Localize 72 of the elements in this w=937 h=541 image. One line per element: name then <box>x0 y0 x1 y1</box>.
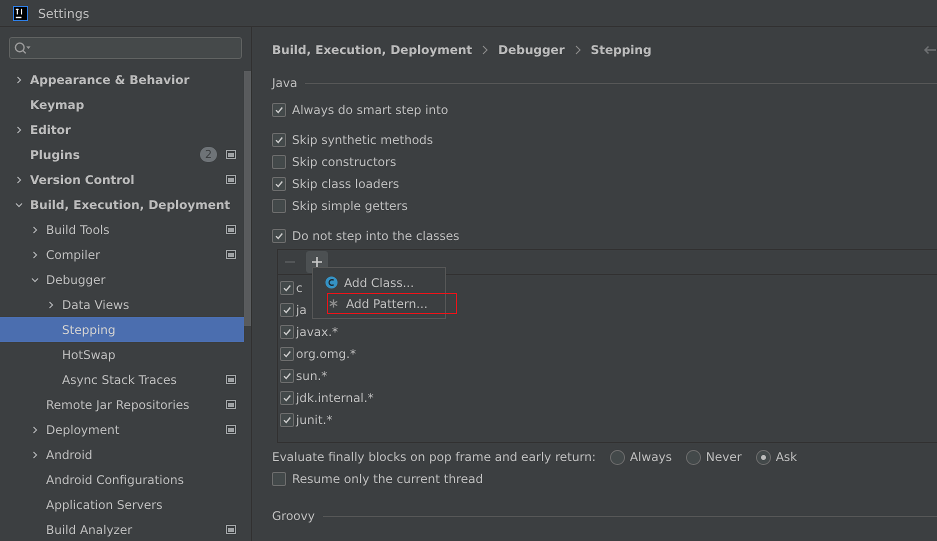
class-pattern-row[interactable]: junit.* <box>280 409 332 431</box>
checkbox-option[interactable]: Always do smart step into <box>272 99 448 121</box>
chevron-right-icon[interactable] <box>14 174 24 184</box>
tree-item[interactable]: Keymap <box>0 92 244 117</box>
checkmark-icon <box>282 305 292 315</box>
tree-item[interactable]: Build, Execution, Deployment <box>0 192 244 217</box>
chevron-right-icon[interactable] <box>14 124 24 134</box>
checkmark-icon <box>282 349 292 359</box>
search-icon <box>14 42 32 54</box>
radio-option[interactable]: Ask <box>756 450 798 464</box>
checkmark-icon <box>282 415 292 425</box>
breadcrumb-separator <box>574 45 581 55</box>
tree-item[interactable]: Build Analyzer <box>0 517 244 541</box>
tree-item[interactable]: Android Configurations <box>0 467 244 492</box>
checkmark-icon <box>282 327 292 337</box>
checkbox-option[interactable]: Skip constructors <box>272 151 396 173</box>
option-label: Evaluate finally blocks on pop frame and early return: <box>272 450 596 464</box>
app-logo-icon <box>13 6 28 20</box>
breadcrumb-item[interactable]: Build, Execution, Deployment <box>272 43 472 57</box>
checkmark-icon <box>282 393 292 403</box>
checkmark-icon <box>274 231 284 241</box>
scrollbar[interactable] <box>244 71 251 326</box>
tree-item[interactable]: Stepping <box>0 317 244 342</box>
tree-item[interactable]: Data Views <box>0 292 244 317</box>
tree-item[interactable]: Compiler <box>0 242 244 267</box>
checkmark-icon <box>282 371 292 381</box>
plus-icon <box>311 256 323 268</box>
class-pattern-row[interactable]: javax.* <box>280 321 338 343</box>
checkmark-icon <box>282 283 292 293</box>
tree-item[interactable]: Appearance & Behavior <box>0 67 244 92</box>
chevron-right-icon[interactable] <box>30 424 40 434</box>
tree-item[interactable]: Async Stack Traces <box>0 367 244 392</box>
breadcrumb-item[interactable]: Debugger <box>498 43 565 57</box>
tree-item[interactable]: Android <box>0 442 244 467</box>
chevron-right-icon[interactable] <box>30 250 40 260</box>
checkmark-icon <box>274 105 284 115</box>
radio-option[interactable]: Never <box>686 450 742 464</box>
menu-item[interactable]: Add Class... <box>313 272 445 293</box>
breadcrumb-item[interactable]: Stepping <box>590 43 652 57</box>
class-icon <box>325 276 338 289</box>
checkmark-icon <box>274 135 284 145</box>
section-title: Java <box>272 76 298 90</box>
tree-item[interactable]: HotSwap <box>0 342 244 367</box>
asterisk-icon <box>327 297 340 310</box>
section-title: Groovy <box>272 509 315 523</box>
chevron-right-icon[interactable] <box>30 450 40 460</box>
search-field[interactable] <box>9 37 242 59</box>
class-pattern-row[interactable]: org.omg.* <box>280 343 356 365</box>
checkbox-option[interactable]: Resume only the current thread <box>272 468 484 490</box>
breadcrumb-separator <box>482 45 488 55</box>
window-title: Settings <box>38 6 90 20</box>
chevron-right-icon[interactable] <box>30 224 40 234</box>
class-pattern-row[interactable]: ja <box>280 299 307 321</box>
tree-item[interactable]: Debugger <box>0 267 244 292</box>
class-pattern-row[interactable]: sun.* <box>280 365 328 387</box>
checkbox-option[interactable]: Do not step into the classes <box>272 225 460 247</box>
chevron-right-icon[interactable] <box>46 300 56 310</box>
checkmark-icon <box>274 179 284 189</box>
menu-item[interactable]: Add Pattern... <box>327 293 457 314</box>
tree-item[interactable]: Build Tools <box>0 217 244 242</box>
tree-item[interactable]: Editor <box>0 117 244 142</box>
tree-item[interactable]: Remote Jar Repositories <box>0 392 244 417</box>
class-pattern-row[interactable]: c <box>280 277 303 299</box>
class-pattern-row[interactable]: jdk.internal.* <box>280 387 374 409</box>
checkbox-option[interactable]: Skip simple getters <box>272 195 408 217</box>
tree-item[interactable]: Version Control <box>0 167 244 192</box>
checkbox-option[interactable]: Skip synthetic methods <box>272 129 434 151</box>
radio-option[interactable]: Always <box>610 450 672 464</box>
chevron-right-icon[interactable] <box>14 74 24 84</box>
checkbox-option[interactable]: Skip class loaders <box>272 173 400 195</box>
tree-item[interactable]: Application Servers <box>0 492 244 517</box>
tree-item[interactable]: Deployment <box>0 417 244 442</box>
